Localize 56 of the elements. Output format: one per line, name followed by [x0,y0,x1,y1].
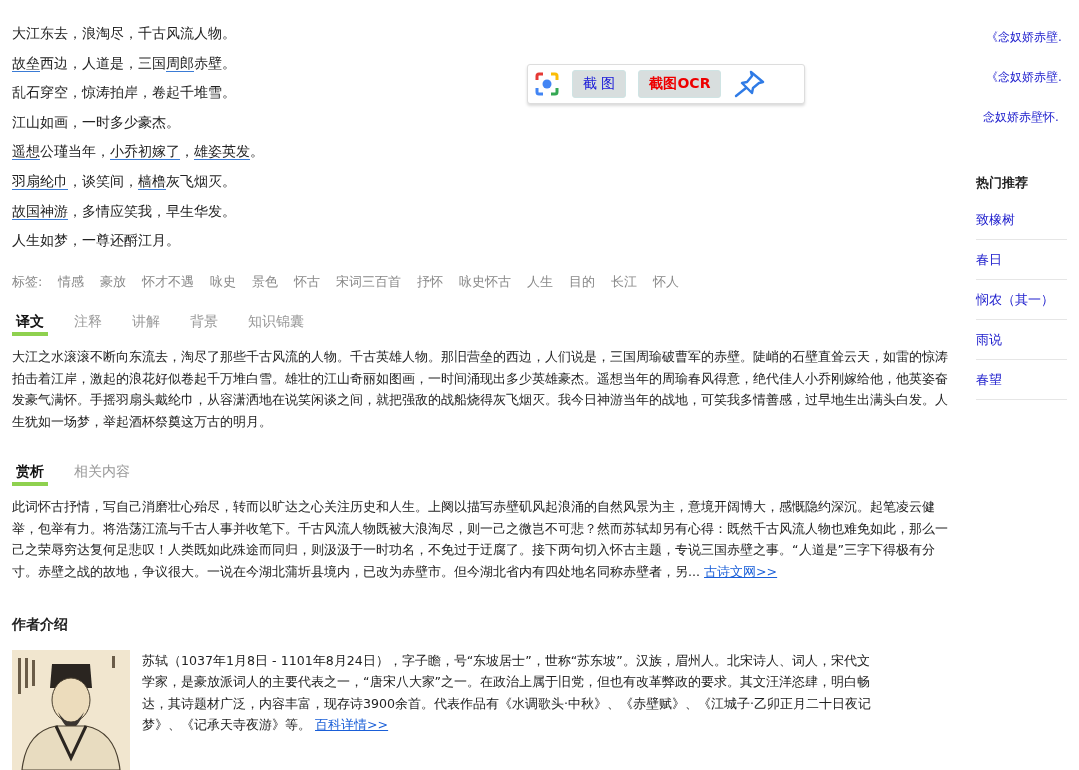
source-link[interactable]: 古诗文网>> [704,563,778,579]
annotated-word[interactable]: 周郎 [166,54,194,72]
poem-text: ，多情应笑我，早生华发。 [68,202,236,219]
poem-text: 。 [250,143,264,160]
recommended-link[interactable]: 悯农（其一） [976,280,1067,320]
annotated-word[interactable]: 故垒 [12,54,40,72]
tag-link[interactable]: 人生 [527,272,554,291]
poem-text: ， [180,143,194,160]
recommended-link[interactable]: 致橡树 [976,200,1067,240]
ocr-button[interactable]: 截图OCR [638,70,722,98]
section-heading: 作者介绍 [12,616,69,635]
tab[interactable]: 注释 [70,313,106,338]
tag-link[interactable]: 目的 [569,272,596,291]
poem-text: 赤壁。 [194,54,236,71]
annotated-word[interactable]: 樯橹 [138,172,166,190]
tag-link[interactable]: 咏史怀古 [459,272,512,291]
tag-link[interactable]: 长江 [611,272,638,291]
appreciation-text: 此词怀古抒情，写自己消磨壮心殆尽，转而以旷达之心关注历史和人生。上阕以描写赤壁矶风起浪涌的自然风景为主，意境开阔博大，感慨隐约深沉。起笔凌云健举，包举有力。将浩荡江流与千古人事并收笔下。千古风流人物既被大浪淘尽，则一己之微岂不可悲？然而苏轼却另有心得：既然千古风流人物也难免如此，那么一己之荣辱穷达复何足悲叹！人类既如此殊途而同归，则汲汲于一时功名，不免过于迂腐了。接下两句切入怀古主题，专说三国赤壁之事。“人道是”三字下得极有分寸。赤壁之战的故地，争议很大。一说在今湖北蒲圻县境内，已改为赤壁市。但今湖北省内有四处地名同称赤壁者，另... 古诗文网>> [12,498,949,581]
annotated-word[interactable]: 小乔初嫁了 [110,143,180,161]
poem-text: ，谈笑间， [68,172,138,189]
poem-text: 乱石穿空，惊涛拍岸，卷起千堆雪。 [12,84,236,101]
lens-icon[interactable] [534,71,560,97]
tab[interactable]: 译文 [12,313,48,338]
tag-link[interactable]: 宋词三百首 [336,272,402,291]
recommended-link[interactable]: 春望 [976,360,1067,400]
sidebar-heading: 热门推荐 [976,174,1029,192]
tag-link[interactable]: 景色 [252,272,279,291]
poem-text: 江山如画，一时多少豪杰。 [12,113,180,130]
poem-text: 灰飞烟灭。 [166,172,236,189]
pin-icon[interactable] [733,70,766,98]
annotated-word[interactable]: 遥想 [12,143,40,161]
capture-button[interactable]: 截 图 [572,70,627,98]
poem-text: 公瑾当年， [40,143,110,160]
related-link[interactable]: 《念奴娇赤壁. [976,68,1067,86]
tag-link[interactable]: 怀古 [294,272,321,291]
details-link[interactable]: 百科详情>> [315,717,389,733]
poem-text: 人生如梦，一尊还酹江月。 [12,232,180,249]
tab[interactable]: 赏析 [12,463,48,488]
author-bio: 苏轼（1037年1月8日 - 1101年8月24日），字子瞻，号“东坡居士”，世称“苏东坡”。汉族，眉州人。北宋诗人、词人，宋代文学家，是豪放派词人的主要代表之一，“唐宋八大家”之一。在政治上属于旧党，但也有改革弊政的要求。其文汪洋恣肆，明白畅达，其诗题材广泛，内容丰富，现存诗3900余首。代表作品有《水调歌头·中秋》、《赤壁赋》、《江城子·乙卯正月二十日夜记梦》、《记承天寺夜游》等。 百科详情>> [142,652,873,735]
recommended-link[interactable]: 春日 [976,240,1067,280]
poem-text: 大江东去，浪淘尽，千古风流人物。 [12,25,236,41]
tag-link[interactable]: 情感 [58,272,85,291]
recommended-link[interactable]: 雨说 [976,320,1067,360]
tag-link[interactable]: 怀才不遇 [142,272,195,291]
related-link[interactable]: 《念奴娇赤壁. [976,28,1067,46]
tag-link[interactable]: 豪放 [100,272,127,291]
translation-text: 大江之水滚滚不断向东流去，淘尽了那些千古风流的人物。千古英雄人物。那旧营垒的西边，人们说是，三国周瑜破曹军的赤壁。陡峭的石壁直耸云天，如雷的惊涛拍击着江岸，激起的浪花好似卷起千万堆白雪。雄壮的江山奇丽如图画，一时间涌现出多少英雄豪杰。遥想当年的周瑜春风得意，绝代佳人小乔刚嫁给他，他英姿奋发豪气满怀。手摇羽扇头戴纶巾，从容潇洒地在说笑闲谈之间，就把强敌的战船烧得灰飞烟灭。我今日神游当年的战地，可笑我多情善感，过早地生出满头白发。人生犹如一场梦，举起酒杯祭奠这万古的明月。 [12,348,949,431]
annotated-word[interactable]: 雄姿英发 [194,143,250,161]
annotated-word[interactable]: 故国神游 [12,202,68,220]
related-link[interactable]: 念奴娇赤壁怀. [976,108,1067,126]
poem-text: 西边，人道是，三国 [40,54,166,71]
tags-label: 标签: [12,272,43,291]
annotated-word[interactable]: 羽扇纶巾 [12,172,68,190]
tag-link[interactable]: 抒怀 [417,272,444,291]
tag-link[interactable]: 咏史 [210,272,237,291]
tag-link[interactable]: 怀人 [653,272,680,291]
